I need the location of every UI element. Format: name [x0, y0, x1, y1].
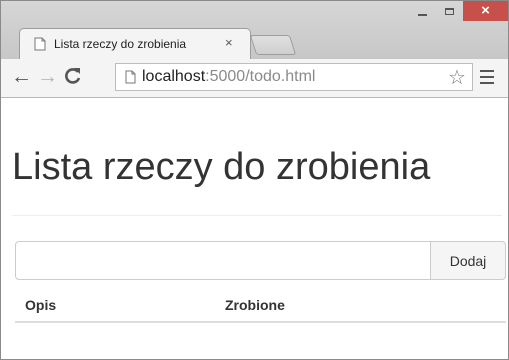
column-header-opis: Opis: [15, 289, 215, 323]
bookmark-star-icon[interactable]: ☆: [448, 65, 466, 90]
tab-close-icon[interactable]: ×: [225, 35, 233, 50]
table-header-row: Opis Zrobione: [15, 289, 506, 323]
close-window-button[interactable]: ×: [463, 1, 508, 21]
todo-table: Opis Zrobione: [15, 289, 506, 323]
forward-arrow-icon[interactable]: →: [37, 65, 58, 89]
browser-toolbar: ← → localhost:5000/todo.html ☆: [1, 59, 508, 98]
url-path: :5000/todo.html: [205, 68, 316, 85]
add-button[interactable]: Dodaj: [430, 241, 506, 280]
tab-title: Lista rzeczy do zrobienia: [54, 37, 187, 51]
minimize-icon: [418, 14, 427, 16]
page-title: Lista rzeczy do zrobienia: [12, 146, 431, 188]
browser-window: × Lista rzeczy do zrobienia × ← → localh…: [0, 0, 509, 360]
menu-icon[interactable]: [480, 70, 494, 88]
address-bar[interactable]: localhost:5000/todo.html ☆: [115, 63, 473, 91]
back-arrow-icon[interactable]: ←: [11, 65, 32, 89]
page-content: Lista rzeczy do zrobienia Dodaj Opis Zro…: [1, 98, 508, 359]
page-icon: [125, 70, 136, 84]
browser-tab[interactable]: Lista rzeczy do zrobienia ×: [19, 28, 251, 59]
url-text: localhost:5000/todo.html: [142, 68, 315, 86]
divider: [12, 215, 502, 216]
maximize-button[interactable]: [436, 1, 463, 21]
todo-input[interactable]: [15, 241, 431, 280]
new-tab-button[interactable]: [249, 35, 297, 55]
minimize-button[interactable]: [409, 1, 436, 21]
add-todo-form: Dodaj: [15, 241, 506, 280]
column-header-zrobione: Zrobione: [215, 289, 506, 323]
close-icon: ×: [481, 2, 490, 19]
reload-icon[interactable]: [63, 66, 83, 86]
page-icon: [34, 37, 46, 51]
title-bar: × Lista rzeczy do zrobienia ×: [1, 1, 508, 59]
maximize-icon: [445, 7, 454, 15]
url-host: localhost: [142, 68, 206, 85]
